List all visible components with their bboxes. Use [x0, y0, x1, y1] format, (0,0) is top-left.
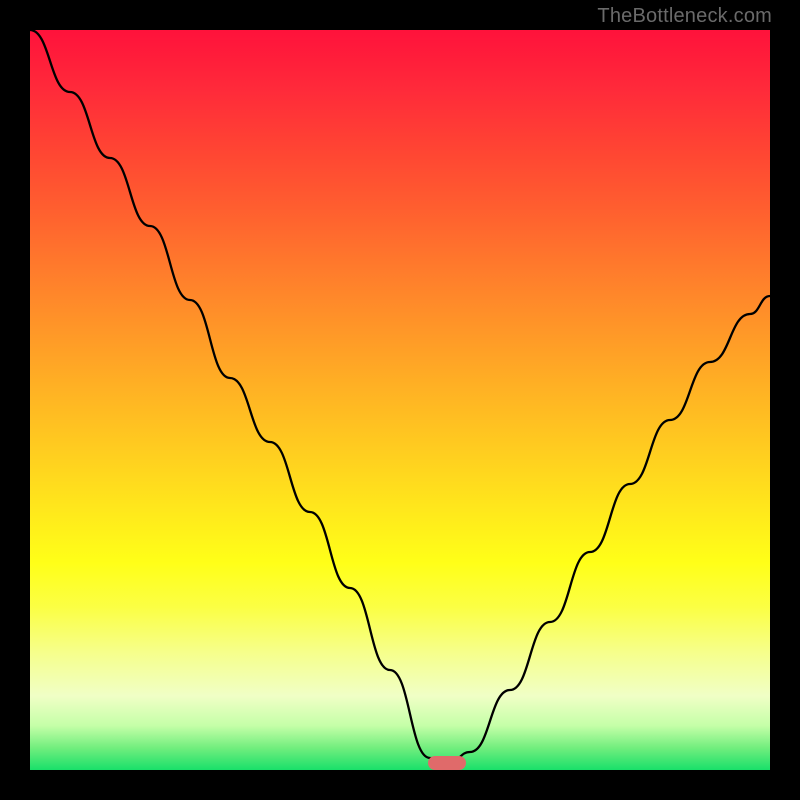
bottleneck-curve [30, 30, 770, 770]
watermark-text: TheBottleneck.com [597, 5, 772, 28]
optimal-marker [428, 756, 466, 770]
curve-path [30, 30, 770, 762]
chart-frame: TheBottleneck.com [0, 0, 800, 800]
plot-area [30, 30, 770, 770]
